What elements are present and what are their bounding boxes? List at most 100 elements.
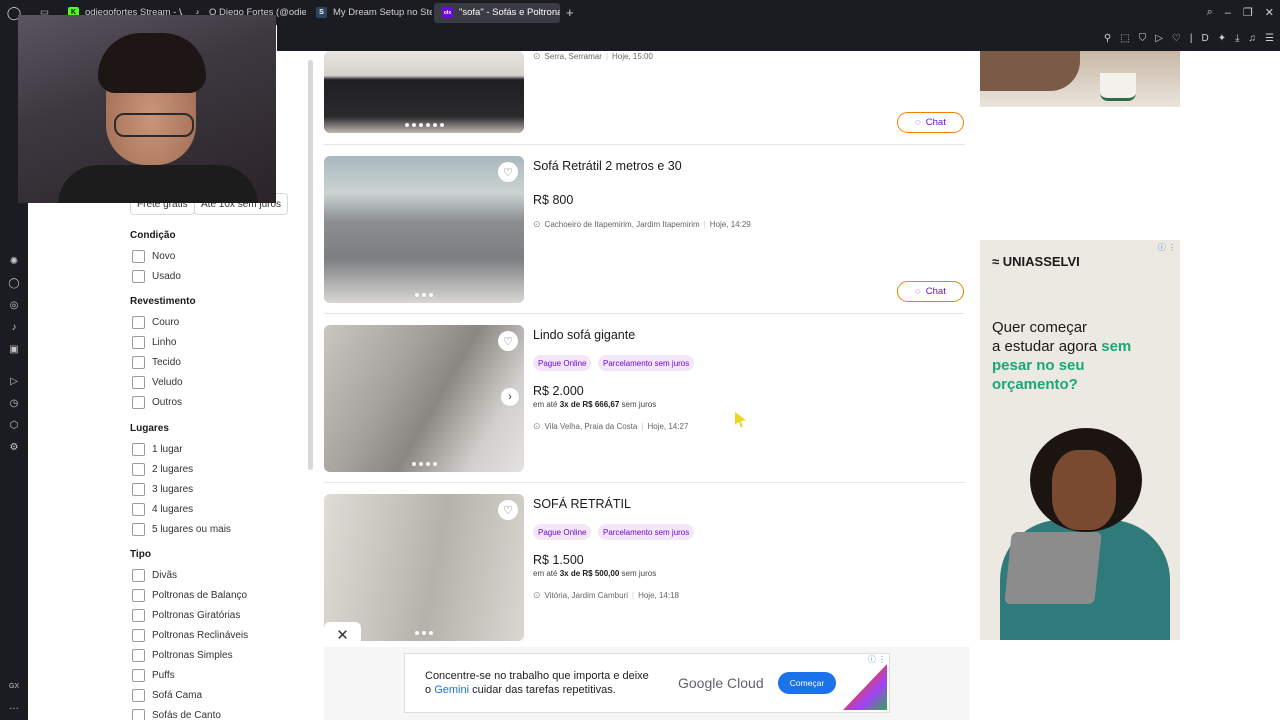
- minimize-icon[interactable]: –: [1225, 7, 1231, 19]
- puzzle-icon[interactable]: ✦: [1218, 33, 1226, 44]
- checkbox[interactable]: [132, 483, 145, 496]
- new-tab-button[interactable]: +: [566, 5, 574, 20]
- menu-icon[interactable]: ☰: [1265, 33, 1274, 44]
- checkbox[interactable]: [132, 629, 145, 642]
- checkbox[interactable]: [132, 503, 145, 516]
- pin-icon[interactable]: ⚲: [1104, 33, 1111, 44]
- chatgpt-icon[interactable]: ✺: [7, 255, 21, 269]
- filter-option[interactable]: Veludo: [132, 376, 183, 389]
- tiktok-sidebar-icon[interactable]: ♪: [7, 321, 21, 335]
- listing-photo[interactable]: ♡ ›: [324, 325, 524, 472]
- listing-title[interactable]: Lindo sofá gigante: [533, 328, 635, 342]
- checkbox[interactable]: [132, 589, 145, 602]
- favorite-heart-icon[interactable]: ♡: [498, 500, 518, 520]
- checkbox[interactable]: [132, 250, 145, 263]
- checkbox[interactable]: [132, 609, 145, 622]
- filters-scrollbar[interactable]: [308, 60, 313, 470]
- tab-steam[interactable]: S My Dream Setup no Steam: [308, 3, 432, 23]
- app-sidebar-icon[interactable]: ▣: [7, 343, 21, 357]
- filter-option[interactable]: Sofás de Canto: [132, 709, 221, 720]
- close-icon[interactable]: ✕: [1265, 6, 1274, 19]
- checkbox[interactable]: [132, 649, 145, 662]
- search-icon[interactable]: ⌕: [1207, 6, 1213, 19]
- checkbox[interactable]: [132, 523, 145, 536]
- filter-option[interactable]: Poltronas Reclináveis: [132, 629, 248, 642]
- extensions-icon[interactable]: ⬡: [7, 419, 21, 433]
- close-ad-icon[interactable]: ✕: [324, 622, 361, 647]
- next-photo-arrow-icon[interactable]: ›: [500, 387, 520, 407]
- listing-card[interactable]: ♡ › Lindo sofá gigante Pague Online Parc…: [324, 325, 965, 483]
- checkbox[interactable]: [132, 689, 145, 702]
- filter-option[interactable]: Tecido: [132, 356, 181, 369]
- checkbox[interactable]: [132, 376, 145, 389]
- filter-option[interactable]: 5 lugares ou mais: [132, 523, 231, 536]
- window-controls: ⌕ – ❐ ✕: [1207, 0, 1274, 25]
- ad-google-cloud[interactable]: ⓘ ⋮ Concentre-se no trabalho que importa…: [404, 653, 890, 713]
- checkbox[interactable]: [132, 336, 145, 349]
- listing-photo[interactable]: [324, 51, 524, 133]
- shield-icon[interactable]: ⛉: [1139, 33, 1147, 44]
- listing-title[interactable]: Sofá Retrátil 2 metros e 30: [533, 159, 682, 173]
- listing-card[interactable]: ♡ Sofá Retrátil 2 metros e 30 R$ 800 ⊙ C…: [324, 156, 965, 314]
- listing-card[interactable]: ⊙ Serra, Serramar | Hoje, 15:00 ◌ Chat: [324, 40, 965, 145]
- tab-label: "sofa" - Sofás e Poltronas: [459, 7, 560, 18]
- filter-option[interactable]: Poltronas de Balanço: [132, 589, 247, 602]
- listing-photo[interactable]: ♡: [324, 494, 524, 641]
- listing-photo[interactable]: ♡: [324, 156, 524, 303]
- listing-card[interactable]: ♡ SOFÁ RETRÁTIL Pague Online Parcelament…: [324, 494, 965, 652]
- filter-option[interactable]: Couro: [132, 316, 179, 329]
- filter-option[interactable]: 2 lugares: [132, 463, 193, 476]
- filter-option[interactable]: Poltronas Giratórias: [132, 609, 240, 622]
- checkbox[interactable]: [132, 356, 145, 369]
- gx-icon[interactable]: GX: [7, 680, 21, 694]
- more-icon[interactable]: …: [7, 700, 21, 714]
- download-icon[interactable]: ⤓: [1235, 33, 1239, 44]
- checkbox[interactable]: [132, 463, 145, 476]
- chat-button[interactable]: ◌ Chat: [897, 281, 964, 302]
- photo-dots: [324, 462, 524, 466]
- extension-d-icon[interactable]: D: [1201, 33, 1208, 44]
- filter-option[interactable]: Novo: [132, 250, 175, 263]
- filter-option[interactable]: Puffs: [132, 669, 175, 682]
- checkbox[interactable]: [132, 316, 145, 329]
- listing-title[interactable]: SOFÁ RETRÁTIL: [533, 497, 631, 511]
- checkbox[interactable]: [132, 396, 145, 409]
- ad-uniasselvi[interactable]: ⓘ ⋮ ≈ UNIASSELVI Quer começar a estudar …: [980, 240, 1180, 640]
- whatsapp-icon[interactable]: ◯: [7, 277, 21, 291]
- restore-icon[interactable]: ❐: [1243, 6, 1253, 19]
- filter-option[interactable]: Linho: [132, 336, 176, 349]
- checkbox[interactable]: [132, 270, 145, 283]
- filter-option[interactable]: Outros: [132, 396, 182, 409]
- checkbox[interactable]: [132, 569, 145, 582]
- play-icon[interactable]: ▷: [1155, 33, 1163, 44]
- ad-cta-button[interactable]: Começar: [778, 672, 836, 694]
- instagram-icon[interactable]: ◎: [7, 299, 21, 313]
- filter-option[interactable]: Poltronas Simples: [132, 649, 233, 662]
- history-icon[interactable]: ◷: [7, 397, 21, 411]
- tab-olx[interactable]: olx "sofa" - Sofás e Poltronas: [434, 2, 560, 23]
- favorite-heart-icon[interactable]: ♡: [498, 331, 518, 351]
- listing-price: R$ 2.000: [533, 384, 584, 398]
- send-icon[interactable]: ▷: [7, 375, 21, 389]
- snapshot-icon[interactable]: ⬚: [1120, 33, 1129, 44]
- favorite-heart-icon[interactable]: ♡: [498, 162, 518, 182]
- listing-location: ⊙ Vila Velha, Praia da Costa | Hoje, 14:…: [533, 421, 689, 431]
- google-cloud-logo: Google Cloud: [678, 675, 764, 691]
- ad-info-icon[interactable]: ⓘ ⋮: [1158, 242, 1176, 253]
- filter-option[interactable]: 4 lugares: [132, 503, 193, 516]
- webcam-overlay: [18, 15, 276, 203]
- chat-button[interactable]: ◌ Chat: [897, 112, 964, 133]
- settings-icon[interactable]: ⚙: [7, 441, 21, 455]
- checkbox[interactable]: [132, 669, 145, 682]
- heart-icon[interactable]: ♡: [1172, 33, 1181, 44]
- checkbox[interactable]: [132, 709, 145, 720]
- filter-option[interactable]: Usado: [132, 270, 181, 283]
- checkbox[interactable]: [132, 443, 145, 456]
- ad-banner-top[interactable]: [980, 51, 1180, 107]
- ad-info-icon[interactable]: ⓘ ⋮: [868, 654, 886, 665]
- filter-option[interactable]: Sofá Cama: [132, 689, 202, 702]
- filter-option[interactable]: Divãs: [132, 569, 177, 582]
- filter-option[interactable]: 1 lugar: [132, 443, 183, 456]
- player-icon[interactable]: ♫: [1249, 33, 1257, 44]
- filter-option[interactable]: 3 lugares: [132, 483, 193, 496]
